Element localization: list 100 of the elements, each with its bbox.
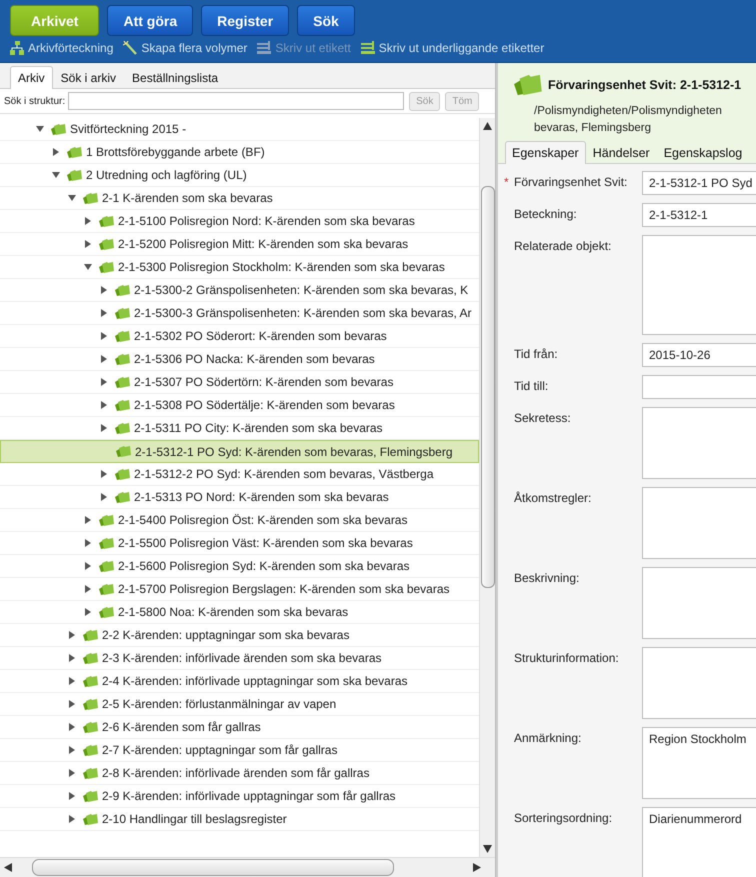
- tree-item-label: 2-10 Handlingar till beslagsregister: [102, 812, 287, 826]
- tree-item[interactable]: 2-4 K-ärenden: införlivade upptagningar som ska bevaras: [0, 670, 479, 693]
- collapsed-arrow-icon[interactable]: [100, 286, 108, 294]
- tree-item[interactable]: 2-1-5300 Polisregion Stockholm: K-ärenden som ska bevaras: [0, 256, 479, 279]
- scroll-down-icon[interactable]: [483, 845, 492, 853]
- folder-icon: [114, 330, 130, 342]
- toolbar-button[interactable]: Skriv ut underliggande etiketter: [360, 41, 544, 55]
- tree-item-label: 2-1-5312-2 PO Syd: K-ärenden som bevaras, Västberga: [134, 467, 434, 481]
- folder-icon: [82, 698, 98, 710]
- collapsed-arrow-icon[interactable]: [84, 516, 92, 524]
- tree-item-label: Svitförteckning 2015 -: [70, 122, 186, 136]
- nav-button[interactable]: Att göra: [107, 5, 194, 36]
- folder-icon: [98, 606, 114, 618]
- tree-item[interactable]: 2-8 K-ärenden: införlivade ärenden som får gallras: [0, 762, 479, 785]
- collapsed-arrow-icon[interactable]: [68, 746, 76, 754]
- collapsed-arrow-icon[interactable]: [100, 332, 108, 340]
- folder-icon: [82, 720, 98, 734]
- expanded-arrow-icon[interactable]: [36, 125, 44, 133]
- tree-item[interactable]: 2-3 K-ärenden: införlivade ärenden som ska bevaras: [0, 647, 479, 670]
- tree-item[interactable]: 2-1-5312-2 PO Syd: K-ärenden som bevaras, Västberga: [0, 463, 479, 486]
- collapsed-arrow-icon[interactable]: [68, 792, 76, 800]
- tree-item-label: 2-1-5302 PO Söderort: K-ärenden som bevaras: [134, 329, 387, 343]
- tree-item[interactable]: 2-1-5500 Polisregion Väst: K-ärenden som ska bevaras: [0, 532, 479, 555]
- collapsed-arrow-icon[interactable]: [100, 493, 108, 501]
- tab[interactable]: Sök i arkiv: [52, 66, 124, 89]
- search-field[interactable]: [68, 92, 404, 110]
- collapsed-arrow-icon[interactable]: [100, 309, 108, 317]
- scroll-up-icon[interactable]: [483, 122, 492, 130]
- tab[interactable]: Händelser: [586, 141, 657, 164]
- collapsed-arrow-icon[interactable]: [68, 677, 76, 685]
- tree-item[interactable]: 2-1-5312-1 PO Syd: K-ärenden som bevaras, Flemingsberg: [0, 440, 479, 463]
- collapsed-arrow-icon[interactable]: [100, 401, 108, 409]
- toolbar-button[interactable]: Skapa flera volymer: [123, 41, 248, 55]
- collapsed-arrow-icon[interactable]: [68, 631, 76, 639]
- tree-item[interactable]: 2-1-5700 Polisregion Bergslagen: K-ärenden som ska bevaras: [0, 578, 479, 601]
- input-field[interactable]: 2-1-5312-1: [642, 203, 756, 227]
- vertical-scrollbar[interactable]: [479, 118, 495, 857]
- scroll-left-icon[interactable]: [4, 863, 12, 872]
- text-area[interactable]: Region Stockholm: [642, 727, 756, 799]
- collapsed-arrow-icon[interactable]: [84, 539, 92, 547]
- tree-item[interactable]: 2-1-5302 PO Söderort: K-ärenden som bevaras: [0, 325, 479, 348]
- tree-item[interactable]: 2-10 Handlingar till beslagsregister: [0, 808, 479, 831]
- toolbar-button[interactable]: Arkivförteckning: [10, 41, 114, 55]
- collapsed-arrow-icon[interactable]: [68, 723, 76, 731]
- hierarchy-icon: [10, 41, 24, 55]
- collapsed-arrow-icon[interactable]: [100, 355, 108, 363]
- tree-item[interactable]: 2-1-5313 PO Nord: K-ärenden som ska bevaras: [0, 486, 479, 509]
- tree-item[interactable]: 2-2 K-ärenden: upptagningar som ska bevaras: [0, 624, 479, 647]
- expanded-arrow-icon[interactable]: [52, 171, 60, 179]
- collapsed-arrow-icon[interactable]: [68, 700, 76, 708]
- tree-item[interactable]: 2-1-5300-2 Gränspolisenheten: K-ärenden som ska bevaras, K: [0, 279, 479, 302]
- input-field[interactable]: 2015-10-26: [642, 343, 756, 367]
- collapsed-arrow-icon[interactable]: [68, 769, 76, 777]
- tree-item[interactable]: 2-7 K-ärenden: upptagningar som får gallras: [0, 739, 479, 762]
- tree-item[interactable]: 2-6 K-ärenden som får gallras: [0, 716, 479, 739]
- tree-item[interactable]: 2-9 K-ärenden: införlivade upptagningar som får gallras: [0, 785, 479, 808]
- tree-item[interactable]: 2-1-5200 Polisregion Mitt: K-ärenden som ska bevaras: [0, 233, 479, 256]
- collapsed-arrow-icon[interactable]: [100, 378, 108, 386]
- tree-item[interactable]: 2 Utredning och lagföring (UL): [0, 164, 479, 187]
- nav-button[interactable]: Sök: [297, 5, 355, 36]
- tab[interactable]: Arkiv: [10, 66, 53, 89]
- tab[interactable]: Beställningslista: [124, 66, 226, 89]
- tree-item[interactable]: 2-1-5308 PO Södertälje: K-ärenden som bevaras: [0, 394, 479, 417]
- horizontal-scrollbar[interactable]: [0, 857, 495, 877]
- tree-item[interactable]: 1 Brottsförebyggande arbete (BF): [0, 141, 479, 164]
- scrollbar-thumb[interactable]: [480, 186, 494, 588]
- collapsed-arrow-icon[interactable]: [84, 217, 92, 225]
- tree-item[interactable]: 2-1-5300-3 Gränspolisenheten: K-ärenden som ska bevaras, Ar: [0, 302, 479, 325]
- collapsed-arrow-icon[interactable]: [100, 424, 108, 432]
- list-field[interactable]: [642, 235, 756, 335]
- input-field[interactable]: 2-1-5312-1 PO Syd: [642, 171, 756, 195]
- tree-item[interactable]: 2-1-5600 Polisregion Syd: K-ärenden som ska bevaras: [0, 555, 479, 578]
- collapsed-arrow-icon[interactable]: [84, 608, 92, 616]
- nav-button[interactable]: Register: [201, 5, 290, 36]
- tree-item[interactable]: 2-5 K-ärenden: förlustanmälningar av vapen: [0, 693, 479, 716]
- tree-item[interactable]: 2-1-5100 Polisregion Nord: K-ärenden som ska bevaras: [0, 210, 479, 233]
- collapsed-arrow-icon[interactable]: [84, 562, 92, 570]
- collapsed-arrow-icon[interactable]: [84, 240, 92, 248]
- collapsed-arrow-icon[interactable]: [100, 470, 108, 478]
- text-area[interactable]: Diarienummerord: [642, 807, 756, 877]
- tab[interactable]: Egenskaper: [505, 141, 586, 164]
- expanded-arrow-icon[interactable]: [84, 263, 92, 271]
- tree-item-label: 1 Brottsförebyggande arbete (BF): [86, 145, 265, 159]
- collapsed-arrow-icon[interactable]: [52, 148, 60, 156]
- tree-item[interactable]: Svitförteckning 2015 -: [0, 118, 479, 141]
- scroll-right-icon[interactable]: [473, 863, 481, 872]
- tree-item[interactable]: 2-1-5400 Polisregion Öst: K-ärenden som ska bevaras: [0, 509, 479, 532]
- tree-item[interactable]: 2-1-5800 Noa: K-ärenden som ska bevaras: [0, 601, 479, 624]
- collapsed-arrow-icon[interactable]: [68, 815, 76, 823]
- collapsed-arrow-icon[interactable]: [68, 654, 76, 662]
- tree-item[interactable]: 2-1-5307 PO Södertörn: K-ärenden som bevaras: [0, 371, 479, 394]
- tree-item-label: 2-1-5400 Polisregion Öst: K-ärenden som ska bevaras: [118, 513, 408, 527]
- scrollbar-thumb[interactable]: [32, 859, 394, 876]
- tree-item[interactable]: 2-1-5306 PO Nacka: K-ärenden som bevaras: [0, 348, 479, 371]
- tab[interactable]: Egenskapslog: [656, 141, 750, 164]
- folder-icon: [82, 790, 98, 802]
- collapsed-arrow-icon[interactable]: [84, 585, 92, 593]
- expanded-arrow-icon[interactable]: [68, 194, 76, 202]
- input-field[interactable]: [642, 375, 756, 399]
- tree-item[interactable]: 2-1 K-ärenden som ska bevaras: [0, 187, 479, 210]
